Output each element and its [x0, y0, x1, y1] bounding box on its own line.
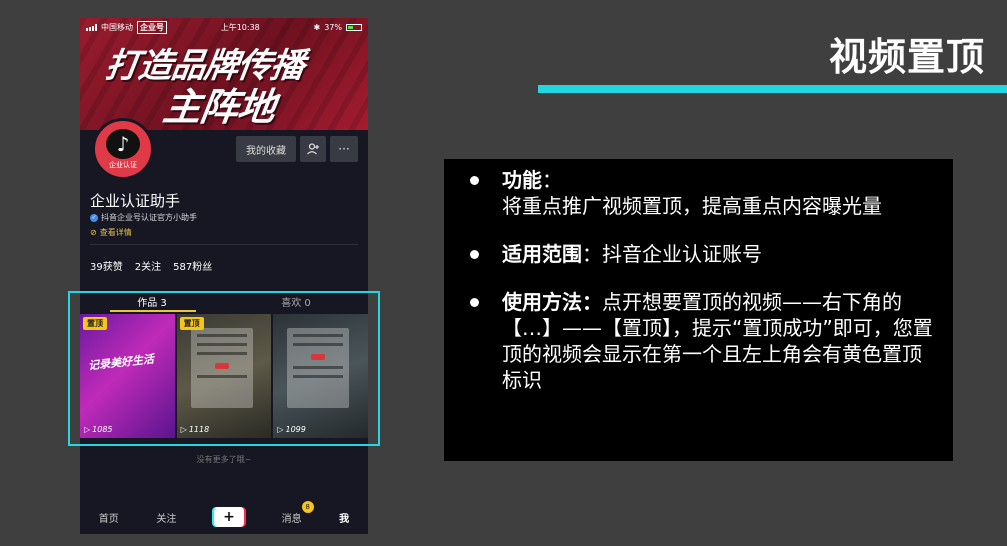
add-user-icon [307, 143, 319, 155]
bluetooth-icon: ✱ [313, 22, 321, 32]
avatar-label: 企业认证 [109, 160, 137, 169]
info-text: 抖音企业认证账号 [602, 242, 762, 266]
nav-home[interactable]: 首页 [99, 510, 119, 525]
avatar[interactable]: ♪ 企业认证 [92, 118, 154, 180]
info-sep: ： [542, 168, 562, 192]
add-friend-button[interactable] [300, 136, 326, 162]
nav-me[interactable]: 我 [339, 510, 349, 525]
messages-badge: 8 [301, 500, 314, 513]
info-item-usage: 使用方法：点开想要置顶的视频——右下角的【…】——【置顶】，提示“置顶成功”即可… [464, 289, 933, 393]
info-item-function: 功能： 将重点推广视频置顶，提高重点内容曝光量 [464, 167, 933, 219]
verification-text: 抖音企业号认证官方小助手 [101, 213, 197, 222]
profile-name: 企业认证助手 [90, 192, 181, 210]
info-label: 功能 [502, 168, 542, 192]
link-icon: ⊘ [90, 228, 97, 237]
banner-line2: 主阵地 [160, 85, 278, 129]
slide-title: 视频置顶 [828, 35, 985, 79]
nav-follow[interactable]: 关注 [156, 510, 176, 525]
status-time: 上午10:38 [220, 22, 260, 32]
followers-count[interactable]: 587粉丝 [173, 258, 212, 273]
tiktok-logo-icon: ♪ [106, 128, 140, 159]
following-count[interactable]: 2关注 [135, 258, 161, 273]
info-sep: ： [582, 242, 602, 266]
info-text: 将重点推广视频置顶，提高重点内容曝光量 [502, 194, 882, 218]
profile-divider [90, 244, 358, 245]
profile-stats: 39获赞 2关注 587粉丝 [90, 258, 212, 273]
battery-icon [345, 23, 362, 31]
favorites-button[interactable]: 我的收藏 [236, 136, 296, 162]
no-more-text: 没有更多了哦~ [196, 455, 252, 464]
verification-row: ✓ 抖音企业号认证官方小助手 [90, 212, 197, 223]
details-link[interactable]: ⊘ 查看详情 [90, 227, 132, 238]
carrier-label: 中国移动 [101, 22, 133, 32]
details-link-label: 查看详情 [99, 228, 132, 237]
title-underline [538, 85, 1007, 93]
likes-count[interactable]: 39获赞 [90, 258, 123, 273]
battery-percent: 37% [324, 22, 342, 32]
status-bar: 中国移动 企业号 上午10:38 ✱ 37% [80, 18, 368, 36]
create-button[interactable]: + [213, 507, 244, 527]
info-panel: 功能： 将重点推广视频置顶，提高重点内容曝光量 适用范围：抖音企业认证账号 使用… [444, 159, 953, 461]
phone-screenshot: 打造品牌传播 主阵地 中国移动 企业号 上午10:38 ✱ 37% ♪ 企业认证… [80, 18, 368, 534]
highlight-box [68, 291, 380, 446]
more-button[interactable]: ··· [330, 136, 358, 162]
app-tag: 企业号 [137, 20, 167, 34]
verified-check-icon: ✓ [90, 213, 98, 222]
bottom-nav: 首页 关注 + 消息 8 我 [80, 500, 368, 534]
info-label: 使用方法： [502, 290, 602, 314]
nav-messages[interactable]: 消息 8 [281, 500, 314, 525]
info-item-scope: 适用范围：抖音企业认证账号 [464, 241, 933, 267]
signal-icon [86, 23, 97, 31]
nav-messages-label: 消息 [281, 513, 302, 525]
info-label: 适用范围 [502, 242, 582, 266]
